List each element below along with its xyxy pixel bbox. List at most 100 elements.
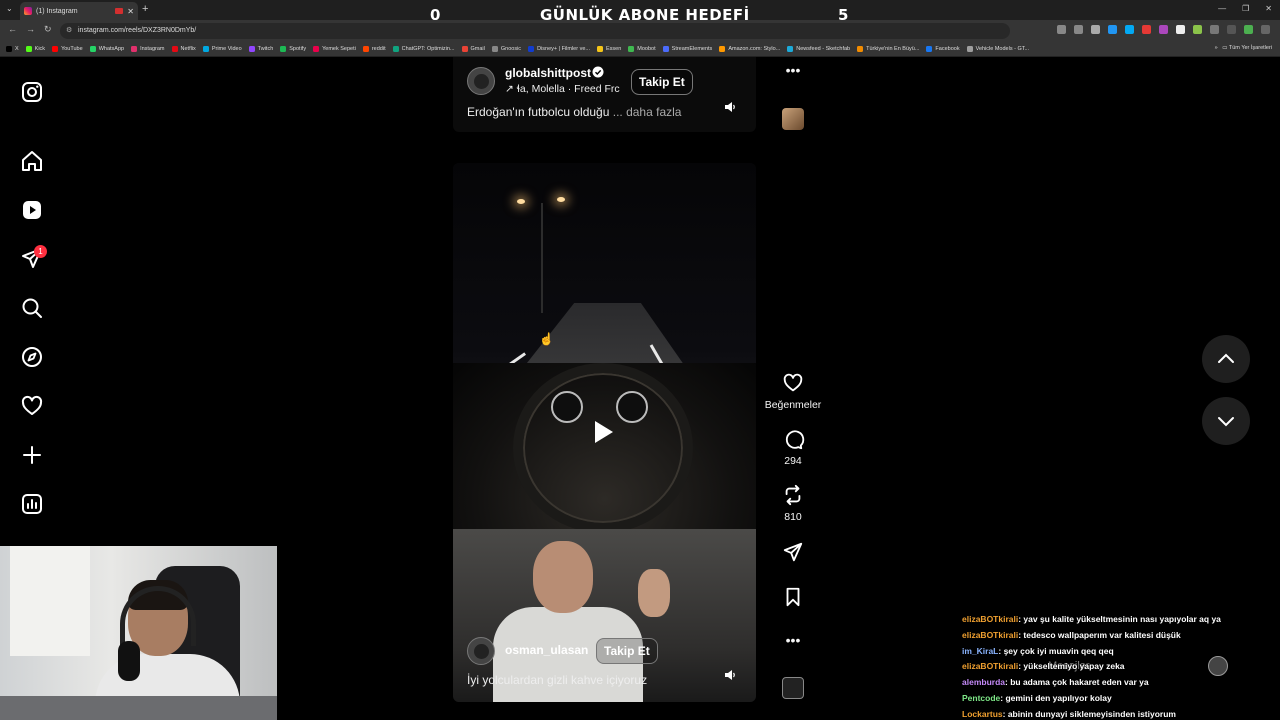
next-reel-button[interactable] <box>1202 397 1250 445</box>
bookmark-item[interactable]: Kick <box>25 45 45 52</box>
tab-close-icon[interactable]: ✕ <box>127 7 134 16</box>
extension-white-icon[interactable] <box>1176 25 1185 34</box>
bookmark-item[interactable]: StreamElements <box>662 45 712 52</box>
share-icon[interactable] <box>781 541 805 563</box>
close-window-icon[interactable]: ✕ <box>1265 4 1272 13</box>
bookmark-item[interactable]: Moobot <box>628 45 656 52</box>
likes-label[interactable]: Beğenmeler <box>758 399 828 411</box>
street-lamp-light <box>557 197 565 202</box>
save-bookmark-icon[interactable] <box>781 586 805 608</box>
follow-button[interactable]: Takip Et <box>631 69 693 95</box>
chat-username[interactable]: Lockartus <box>962 709 1003 719</box>
forward-icon[interactable]: → <box>26 24 35 34</box>
avatar[interactable] <box>467 67 495 95</box>
bookmark-item[interactable]: Disney+ | Filmler ve... <box>528 45 590 52</box>
new-tab-button[interactable]: + <box>142 3 148 15</box>
reels-icon[interactable] <box>20 198 44 222</box>
play-icon[interactable] <box>595 421 613 443</box>
bookmark-item[interactable]: Gnoosic <box>491 45 521 52</box>
extension-purple-icon[interactable] <box>1159 25 1168 34</box>
speaker-icon[interactable] <box>723 668 737 682</box>
chat-username[interactable]: im_KiraL <box>962 646 998 656</box>
bookmark-item[interactable]: WhatsApp <box>89 45 124 52</box>
home-icon[interactable] <box>20 149 44 173</box>
extensions-puzzle-icon[interactable] <box>1210 25 1219 34</box>
tab-search-icon[interactable]: ⌄ <box>6 4 13 13</box>
screen: ⌄ (1) Instagram ✕ + — ❐ ✕ 0 GÜNLÜK ABONE… <box>0 0 1280 720</box>
chat-username[interactable]: elizaBOTkirali <box>962 614 1018 624</box>
extension-red-icon[interactable] <box>1142 25 1151 34</box>
bookmark-label: Gmail <box>470 45 485 52</box>
bookmark-label: Essen <box>606 45 622 52</box>
avatar[interactable] <box>467 637 495 665</box>
extension-green-icon[interactable] <box>1193 25 1202 34</box>
bookmark-item[interactable]: Instagram <box>131 45 165 52</box>
bookmark-item[interactable]: Essen <box>597 45 622 52</box>
bookmark-item[interactable]: Gmail <box>461 45 485 52</box>
comment-icon[interactable] <box>781 429 805 451</box>
reload-icon[interactable]: ↻ <box>44 24 52 35</box>
bookmark-item[interactable]: Netflix <box>171 45 196 52</box>
chat-username[interactable]: elizaBOTkirali <box>962 630 1018 640</box>
previous-reel-username[interactable]: globalshittpost <box>505 66 591 80</box>
previous-reel-audio[interactable]: ↗ ɬa, Molella · Freed Frc <box>505 83 620 95</box>
bookmark-item[interactable]: Vehicle Models - GT... <box>966 45 1029 52</box>
bookmark-item[interactable]: Türkiye'nin En Büyü... <box>857 45 919 52</box>
previous-reel-button[interactable] <box>1202 335 1250 383</box>
like-heart-icon[interactable] <box>781 372 805 394</box>
chat-text: : şey çok iyi muavin qeq qeq <box>998 645 1114 656</box>
create-plus-icon[interactable] <box>20 443 44 467</box>
back-icon[interactable]: ← <box>8 24 17 34</box>
bookmark-label: Newsfeed - Sketchfab <box>796 45 851 52</box>
speaker-icon[interactable] <box>723 100 737 114</box>
zoom-icon[interactable] <box>1074 25 1083 34</box>
more-options-icon[interactable]: ••• <box>781 632 805 648</box>
audio-thumbnail[interactable] <box>782 677 804 699</box>
notifications-heart-icon[interactable] <box>20 394 44 418</box>
extensions-toolbar <box>1057 25 1270 34</box>
bookmark-item[interactable]: Spotify <box>280 45 306 52</box>
current-reel-username[interactable]: osman_ulasan <box>505 643 588 657</box>
current-reel-video[interactable]: osman_ulasan Takip Et İyi yolculardan gi… <box>453 163 756 702</box>
previous-audio-thumbnail[interactable] <box>782 108 804 130</box>
chat-username[interactable]: Pentcode <box>962 693 1000 703</box>
repost-icon[interactable] <box>781 484 805 506</box>
bookmark-item[interactable]: reddit <box>362 45 386 52</box>
search-icon[interactable] <box>20 296 44 320</box>
extension-blue-icon[interactable] <box>1125 25 1134 34</box>
browser-menu-icon[interactable] <box>1261 25 1270 34</box>
sidebar-toggle-icon[interactable] <box>1227 25 1236 34</box>
bookmark-item[interactable]: YouTube <box>52 45 83 52</box>
bookmark-item[interactable]: Yemek Sepeti <box>313 45 356 52</box>
chat-username[interactable]: alemburda <box>962 677 1005 687</box>
bookmark-item[interactable]: X <box>6 45 19 52</box>
all-bookmarks-folder[interactable]: » ▭ Tüm Yer İşaretleri <box>1215 45 1272 51</box>
more-options-icon[interactable]: ••• <box>781 62 805 78</box>
comment-count[interactable]: 294 <box>758 455 828 467</box>
bookmark-item[interactable]: Facebook <box>926 45 960 52</box>
previous-reel-card[interactable]: globalshittpost ↗ ɬa, Molella · Freed Fr… <box>453 57 756 132</box>
bookmark-item[interactable]: Amazon.com: Stylo... <box>719 45 780 52</box>
maximize-icon[interactable]: ❐ <box>1242 4 1249 13</box>
explore-icon[interactable] <box>20 345 44 369</box>
site-info-icon[interactable]: ⚙ <box>66 23 72 39</box>
bookmark-item[interactable]: ChatGPT: Optimizin... <box>392 45 455 52</box>
more-link[interactable]: ... daha fazla <box>613 105 682 119</box>
minimize-icon[interactable]: — <box>1218 4 1226 13</box>
chat-username[interactable]: elizaBOTkirali <box>962 661 1018 671</box>
bookmark-item[interactable]: Twitch <box>248 45 273 52</box>
dashboard-icon[interactable] <box>20 492 44 516</box>
repost-count[interactable]: 810 <box>758 511 828 523</box>
instagram-logo-icon[interactable] <box>20 80 44 104</box>
follow-button[interactable]: Takip Et <box>596 638 658 664</box>
extension-translate-icon[interactable] <box>1108 25 1117 34</box>
bookmark-item[interactable]: Prime Video <box>202 45 242 52</box>
address-bar[interactable]: ⚙ instagram.com/reels/DXZ3RN0DmYb/ <box>60 23 1010 39</box>
bookmarks-more-icon[interactable]: » <box>1215 45 1218 51</box>
profile-icon[interactable] <box>1244 25 1253 34</box>
bookmark-star-icon[interactable] <box>1091 25 1100 34</box>
cast-icon[interactable] <box>1057 25 1066 34</box>
speedometer-gauge <box>551 391 583 423</box>
bookmark-item[interactable]: Newsfeed - Sketchfab <box>787 45 851 52</box>
browser-tab-instagram[interactable]: (1) Instagram ✕ <box>20 2 138 20</box>
